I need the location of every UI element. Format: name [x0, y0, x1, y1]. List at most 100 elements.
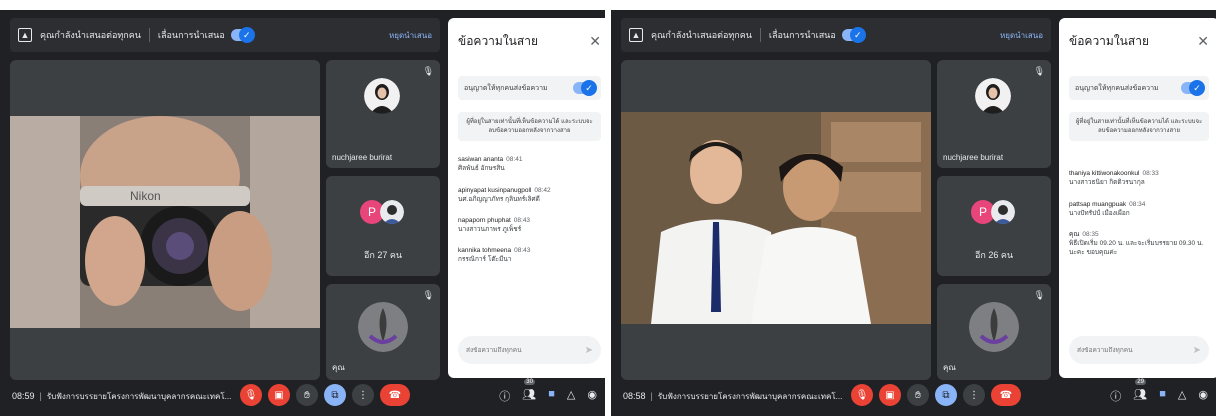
pin-presentation-toggle[interactable]: ✓ — [230, 27, 255, 43]
host-controls-icon[interactable]: ◉ — [587, 388, 597, 404]
call-controls: 🎙︎ ▣ ✋︎ ⧉ ⋮ ☎︎ — [851, 384, 1021, 406]
raise-hand-icon[interactable]: ✋︎ — [296, 384, 318, 406]
close-icon[interactable]: ✕ — [589, 33, 601, 50]
mic-off-icon: 🎙︎ — [1033, 290, 1045, 300]
call-end-icon[interactable]: ☎︎ — [380, 384, 410, 406]
more-participants-count: อีก 26 คน — [974, 250, 1014, 260]
message-time: 08:35 — [1082, 230, 1099, 238]
check-icon: ✓ — [238, 27, 255, 43]
divider — [759, 28, 761, 42]
activities-icon[interactable]: △ — [567, 388, 575, 404]
avatar — [969, 302, 1019, 352]
side-panel-controls: ⓘ 👥︎ 30 ■ △ ◉ — [499, 379, 597, 404]
chat-icon[interactable]: ■ — [548, 388, 555, 404]
people-icon[interactable]: 👥︎ 30 — [522, 379, 536, 404]
divider: | — [39, 391, 42, 401]
check-icon: ✓ — [1189, 80, 1205, 96]
svg-text:Nikon: Nikon — [130, 189, 161, 203]
chat-input-box[interactable]: ➤ — [458, 336, 601, 364]
chat-title: ข้อความในสาย — [1069, 33, 1149, 48]
message-sender: napaporn phuphat — [458, 216, 511, 224]
presenting-text: คุณกำลังนำเสนอต่อทุกคน — [40, 30, 141, 40]
message-text: นศ.อภิญญาภัทร กุลินทร์เลิศดี — [458, 195, 540, 203]
self-tile[interactable]: 🎙︎ คุณ — [937, 284, 1051, 380]
pin-presentation-label: เลื่อนการนำเสนอ — [157, 30, 225, 40]
avatar — [358, 302, 408, 352]
meeting-title: รับฟังการบรรยายโครงการพัฒนาบุคลากรคณะเทค… — [657, 391, 843, 401]
message-text: นางปัทรัปป์ เมืองเผือก — [1069, 209, 1130, 217]
allow-messages-row: อนุญาตให้ทุกคนส่งข้อความ ✓ — [1069, 76, 1209, 100]
chat-input[interactable] — [1077, 346, 1193, 354]
info-icon[interactable]: ⓘ — [1110, 388, 1121, 404]
bottom-bar: 08:58 | รับฟังการบรรยายโครงการพัฒนาบุคลา… — [611, 376, 1216, 416]
allow-messages-row: อนุญาตให้ทุกคนส่งข้อความ ✓ — [458, 76, 601, 100]
chat-panel: ข้อความในสาย ✕ อนุญาตให้ทุกคนส่งข้อความ … — [448, 18, 605, 378]
call-end-icon[interactable]: ☎︎ — [991, 384, 1021, 406]
avatar — [991, 200, 1015, 224]
presenting-text: คุณกำลังนำเสนอต่อทุกคน — [651, 30, 752, 40]
raise-hand-icon[interactable]: ✋︎ — [907, 384, 929, 406]
check-icon: ✓ — [581, 80, 597, 96]
participant-name: คุณ — [332, 363, 345, 372]
chat-message: คุณ 08:35 พิธีเปิดเริ่ม 09.20 น. และจะเริ… — [1069, 230, 1209, 257]
videocam-off-icon[interactable]: ▣ — [879, 384, 901, 406]
more-participants-count: อีก 27 คน — [363, 250, 403, 260]
stop-presenting-button[interactable]: หยุดนำเสนอ — [389, 29, 432, 42]
chat-message: napaporn phuphat 08:43 นางสาวนภาพร ภูเพ็ช… — [458, 216, 601, 234]
more-vert-icon[interactable]: ⋮ — [963, 384, 985, 406]
chat-title: ข้อความในสาย — [458, 33, 538, 48]
divider: | — [650, 391, 653, 401]
more-participants-tile[interactable]: P อีก 27 คน — [326, 176, 440, 276]
participant-name: nuchjaree burirat — [943, 153, 1004, 162]
send-icon[interactable]: ➤ — [1193, 345, 1201, 356]
mic-off-icon[interactable]: 🎙︎ — [851, 384, 873, 406]
info-icon[interactable]: ⓘ — [499, 388, 510, 404]
stop-presenting-button[interactable]: หยุดนำเสนอ — [1000, 29, 1043, 42]
chat-message: apinyapat kusinpanugpoll 08:42 นศ.อภิญญาภ… — [458, 186, 601, 204]
allow-messages-label: อนุญาตให้ทุกคนส่งข้อความ — [464, 84, 548, 92]
self-tile[interactable]: 🎙︎ คุณ — [326, 284, 440, 380]
chat-icon[interactable]: ■ — [1159, 388, 1166, 404]
chat-message: kannika tohmeena 08:43 กรรณิการ์ โต๊ะมีนา — [458, 246, 601, 264]
participant-tile[interactable]: 🎙︎ nuchjaree burirat — [326, 60, 440, 168]
call-controls: 🎙︎ ▣ ✋︎ ⧉ ⋮ ☎︎ — [240, 384, 410, 406]
present-icon[interactable]: ⧉ — [935, 384, 957, 406]
meeting-title: รับฟังการบรรยายโครงการพัฒนาบุคลากรคณะเทค… — [46, 391, 232, 401]
present-to-all-icon: ▲ — [18, 28, 32, 42]
allow-messages-toggle[interactable]: ✓ — [1181, 80, 1205, 96]
message-time: 08:42 — [534, 186, 551, 194]
close-icon[interactable]: ✕ — [1197, 33, 1209, 50]
people-icon[interactable]: 👥︎ 29 — [1133, 379, 1147, 404]
message-sender: sasiwan ananta — [458, 156, 504, 164]
mic-off-icon: 🎙︎ — [422, 290, 434, 300]
avatar — [975, 78, 1011, 114]
allow-messages-label: อนุญาตให้ทุกคนส่งข้อความ — [1075, 84, 1159, 92]
pin-presentation-toggle[interactable]: ✓ — [841, 27, 866, 43]
participant-name: nuchjaree burirat — [332, 153, 393, 162]
message-text: พิธีเปิดเริ่ม 09.20 น. และจะเริ่มบรรยาย … — [1069, 239, 1204, 256]
chat-input-box[interactable]: ➤ — [1069, 336, 1209, 364]
message-sender: kannika tohmeena — [458, 246, 512, 254]
people-count-badge: 29 — [1135, 379, 1146, 385]
side-panel-controls: ⓘ 👥︎ 29 ■ △ ◉ — [1110, 379, 1208, 404]
people-count-badge: 30 — [524, 379, 535, 385]
message-time: 08:43 — [513, 216, 531, 224]
host-controls-icon[interactable]: ◉ — [1198, 388, 1208, 404]
chat-input[interactable] — [466, 346, 585, 354]
mic-off-icon: 🎙︎ — [422, 66, 434, 76]
activities-icon[interactable]: △ — [1178, 388, 1186, 404]
mic-off-icon[interactable]: 🎙︎ — [240, 384, 262, 406]
participant-tile[interactable]: 🎙︎ nuchjaree burirat — [937, 60, 1051, 168]
videocam-off-icon[interactable]: ▣ — [268, 384, 290, 406]
main-stage — [621, 60, 931, 380]
present-icon[interactable]: ⧉ — [324, 384, 346, 406]
chat-message: thaniya kittiwonakoonkul 08:33 นางสาวธนิย… — [1069, 169, 1209, 187]
present-to-all-icon: ▲ — [629, 28, 643, 42]
message-text: ศิลพันธ์ อักษรสิน — [458, 165, 505, 173]
more-vert-icon[interactable]: ⋮ — [352, 384, 374, 406]
message-time: 08:43 — [514, 246, 531, 254]
allow-messages-toggle[interactable]: ✓ — [573, 80, 597, 96]
more-participants-tile[interactable]: P อีก 26 คน — [937, 176, 1051, 276]
send-icon[interactable]: ➤ — [585, 345, 593, 356]
meet-window-left: ▲ คุณกำลังนำเสนอต่อทุกคน เลื่อนการนำเสนอ… — [0, 10, 605, 416]
